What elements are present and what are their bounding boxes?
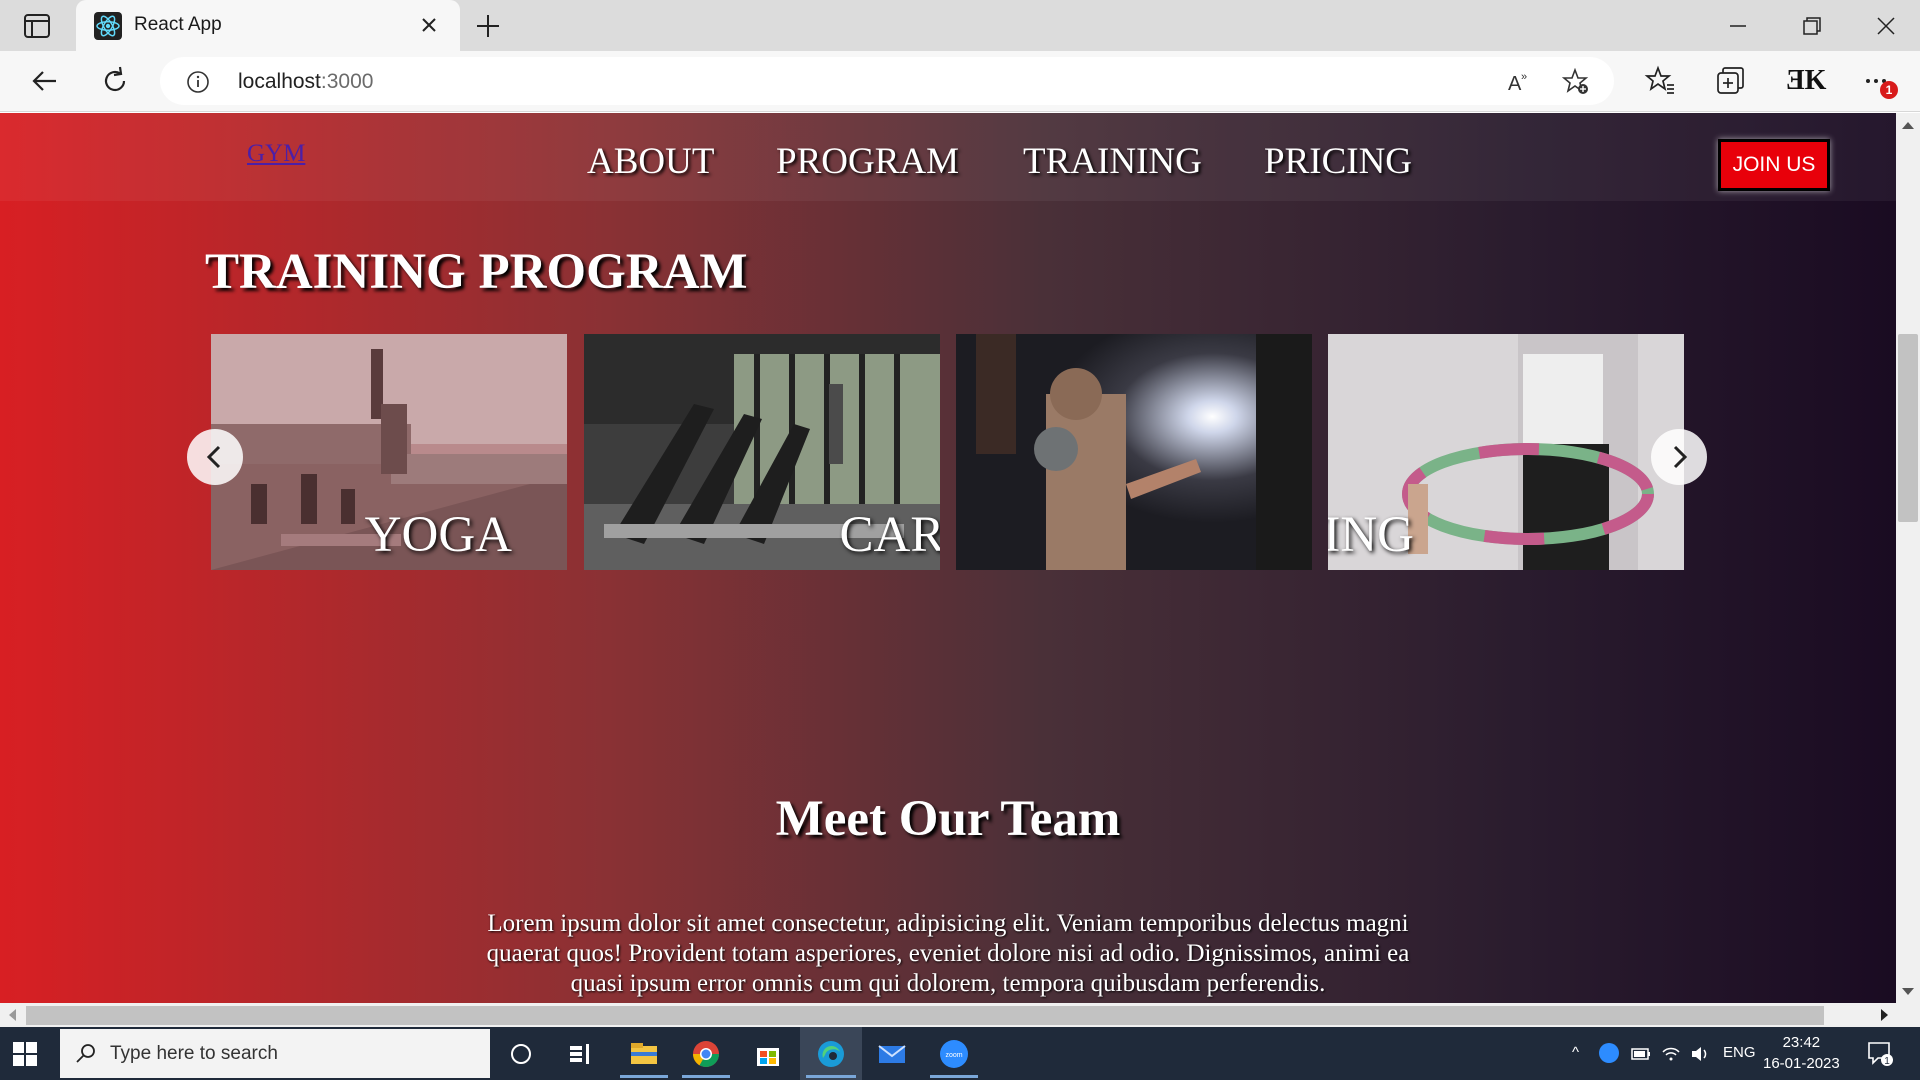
wifi-icon[interactable] [1660, 1043, 1682, 1065]
card-label-yoga: YOGA [364, 507, 512, 563]
tab-title: React App [134, 14, 222, 35]
cortana-icon[interactable] [505, 1038, 537, 1070]
site-info-icon[interactable] [186, 70, 210, 94]
file-explorer-icon[interactable] [628, 1038, 660, 1070]
program-card-cardio[interactable]: CARDIO [584, 334, 940, 570]
edge-icon[interactable] [815, 1038, 847, 1070]
active-tab[interactable]: React App [76, 0, 460, 51]
minimize-icon[interactable] [1724, 12, 1752, 40]
chrome-icon[interactable] [690, 1038, 722, 1070]
task-view-icon[interactable] [564, 1038, 596, 1070]
carousel-next-button[interactable] [1651, 429, 1707, 485]
address-toolbar: localhost:3000 A » ƎK 1 [0, 51, 1920, 112]
scrollbar-corner [1896, 1003, 1920, 1027]
battery-icon[interactable] [1630, 1043, 1652, 1065]
volume-icon[interactable] [1689, 1043, 1711, 1065]
zoom-active-indicator [930, 1075, 978, 1078]
nav-program[interactable]: PROGRAM [776, 140, 959, 183]
read-aloud-icon[interactable]: A » [1506, 68, 1534, 96]
site-navbar: GYM ABOUT PROGRAM TRAINING PRICING JOIN … [0, 113, 1896, 201]
zoom-tray-icon[interactable] [1598, 1042, 1620, 1064]
windows-start-icon[interactable] [12, 1041, 38, 1067]
program-card-boxing-image[interactable] [956, 334, 1312, 570]
join-us-button[interactable]: JOIN US [1718, 139, 1830, 191]
svg-text:A: A [1508, 73, 1522, 95]
zoom-icon[interactable]: zoom [938, 1038, 970, 1070]
system-clock[interactable]: 23:42 16-01-2023 [1763, 1032, 1840, 1074]
chevron-right-icon [1673, 445, 1688, 469]
taskbar-search-input[interactable]: Type here to search [60, 1029, 490, 1078]
restore-icon[interactable] [1798, 12, 1826, 40]
new-tab-icon[interactable] [474, 12, 502, 40]
refresh-icon[interactable] [98, 64, 132, 98]
scroll-right-icon[interactable] [1872, 1003, 1896, 1027]
update-badge: 1 [1880, 81, 1898, 99]
language-indicator[interactable]: ENG [1723, 1044, 1756, 1061]
close-window-icon[interactable] [1872, 12, 1900, 40]
store-icon[interactable] [752, 1038, 784, 1070]
card-label-boxing: BOXING [1328, 507, 1414, 563]
react-logo-icon [94, 12, 122, 40]
scroll-up-icon[interactable] [1896, 113, 1920, 137]
nav-training[interactable]: TRAINING [1023, 140, 1202, 183]
search-placeholder: Type here to search [110, 1043, 278, 1064]
vertical-scrollbar[interactable] [1896, 113, 1920, 1003]
svg-text:zoom: zoom [945, 1052, 962, 1059]
horizontal-scroll-thumb[interactable] [26, 1006, 1824, 1025]
boxing-image [956, 334, 1312, 570]
svg-text:»: » [1521, 71, 1527, 83]
training-program-title: TRAINING PROGRAM [205, 244, 748, 300]
program-card-yoga[interactable]: YOGA [211, 334, 567, 570]
url-text: localhost:3000 [238, 70, 373, 94]
carousel-prev-button[interactable] [187, 429, 243, 485]
url-port: :3000 [320, 70, 374, 93]
team-title: Meet Our Team [775, 791, 1121, 847]
edge-active-indicator [806, 1075, 856, 1078]
card-label-cardio: CARDIO [839, 507, 940, 563]
explorer-active-indicator [620, 1075, 668, 1078]
nav-about[interactable]: ABOUT [587, 140, 714, 183]
tab-actions-icon[interactable] [22, 12, 52, 40]
team-description: Lorem ipsum dolor sit amet consectetur, … [486, 910, 1410, 997]
scroll-left-icon[interactable] [0, 1003, 24, 1027]
tray-overflow-icon[interactable]: ^ [1572, 1044, 1579, 1061]
url-host: localhost [238, 70, 321, 93]
nav-pricing[interactable]: PRICING [1264, 140, 1412, 183]
address-field[interactable]: localhost:3000 A » [160, 57, 1614, 105]
browser-tab-bar: React App [0, 0, 1920, 51]
collections-icon[interactable] [1714, 65, 1746, 97]
taskbar: Type here to search zoom ^ ENG 23:42 16-… [0, 1027, 1920, 1080]
scroll-down-icon[interactable] [1896, 979, 1920, 1003]
vertical-scroll-thumb[interactable] [1898, 334, 1918, 522]
close-tab-icon[interactable] [418, 14, 440, 36]
page-viewport: GYM ABOUT PROGRAM TRAINING PRICING JOIN … [0, 113, 1896, 1003]
clock-date: 16-01-2023 [1763, 1055, 1840, 1072]
chevron-left-icon [206, 445, 221, 469]
back-icon[interactable] [28, 64, 62, 98]
add-favorite-icon[interactable] [1562, 68, 1590, 96]
notification-center-icon[interactable]: 1 [1866, 1040, 1894, 1068]
favorites-icon[interactable] [1644, 65, 1676, 97]
clock-time: 23:42 [1782, 1034, 1821, 1051]
program-card-boxing[interactable]: BOXING [1328, 334, 1684, 570]
mail-icon[interactable] [876, 1038, 908, 1070]
chrome-active-indicator [682, 1075, 730, 1078]
site-logo-link[interactable]: GYM [247, 140, 305, 168]
notification-count: 1 [1884, 1056, 1890, 1067]
search-icon [76, 1044, 95, 1063]
profile-avatar[interactable]: ƎK [1786, 65, 1826, 97]
